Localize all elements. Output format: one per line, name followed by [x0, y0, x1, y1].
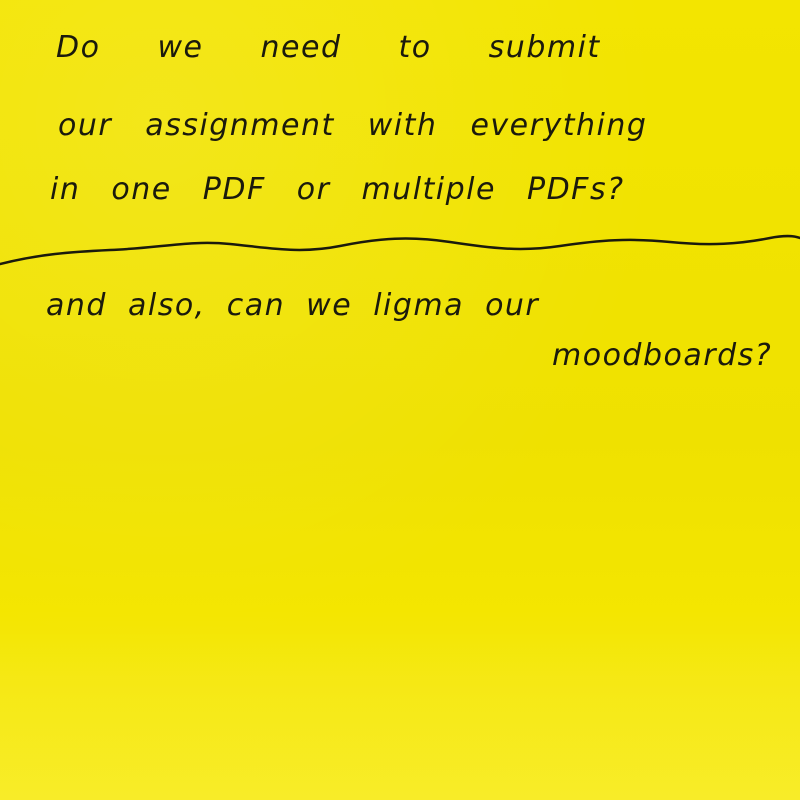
followup-line-1: and also, can we ligma our [46, 288, 540, 323]
sticky-note: Do we need to submit our assignment with… [0, 0, 800, 800]
question-line-3: in one PDF or multiple PDFs? [50, 172, 625, 207]
followup-line-2: moodboards? [552, 338, 773, 373]
wavy-divider-line [0, 234, 800, 266]
question-line-2: our assignment with everything [58, 108, 648, 143]
question-line-1: Do we need to submit [56, 30, 601, 65]
